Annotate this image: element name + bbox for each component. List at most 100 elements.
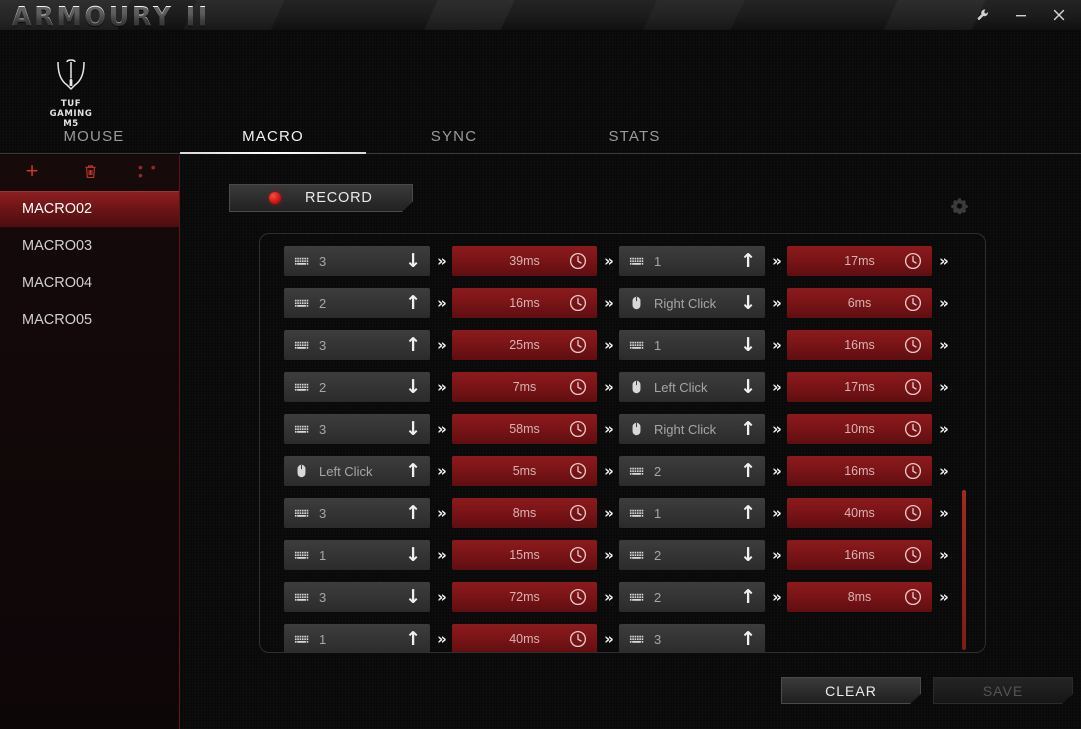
macro-delay-chip[interactable]: 8ms	[787, 582, 932, 612]
device-logo[interactable]: TUF GAMING M5	[42, 58, 100, 129]
macro-action-label: 2	[319, 295, 327, 311]
macro-action-label: Right Click	[654, 421, 717, 437]
macro-action-chip[interactable]: 2 ↓	[284, 372, 430, 402]
app-title: ARMOURY II	[12, 1, 211, 30]
macro-action-chip[interactable]: 3 ↑	[619, 624, 765, 652]
clock-icon	[569, 252, 587, 270]
macro-list-item[interactable]: MACRO04	[0, 265, 179, 302]
macro-action-chip[interactable]: 1 ↑	[619, 498, 765, 528]
macro-delay-chip[interactable]: 5ms	[452, 456, 597, 486]
record-button-label: RECORD	[305, 190, 373, 206]
sequence-separator-icon: »	[604, 378, 614, 396]
sequence-separator-icon: »	[604, 504, 614, 522]
title-bar: ARMOURY II	[0, 0, 1081, 30]
macro-action-chip[interactable]: 3 ↑	[284, 498, 430, 528]
macro-toolbar: + • • •	[0, 155, 179, 187]
macro-delay-chip[interactable]: 17ms	[787, 372, 932, 402]
mouse-button-icon	[294, 464, 309, 479]
keyboard-icon	[629, 464, 644, 479]
macro-delay-label: 5ms	[512, 464, 537, 478]
macro-delay-label: 17ms	[844, 254, 875, 268]
macro-delay-label: 10ms	[844, 422, 875, 436]
macro-sequence-row: 3 ↓ » 39ms » 1 ↑ » 17ms »	[284, 240, 963, 282]
macro-delay-label: 40ms	[844, 506, 875, 520]
macro-list: MACRO02 MACRO03 MACRO04 MACRO05	[0, 191, 179, 339]
more-options-button[interactable]: • • •	[138, 160, 158, 182]
macro-delay-chip[interactable]: 16ms	[787, 330, 932, 360]
macro-action-chip[interactable]: 1 ↓	[619, 330, 765, 360]
sequence-separator-icon: »	[772, 294, 782, 312]
macro-delay-chip[interactable]: 6ms	[787, 288, 932, 318]
macro-delay-chip[interactable]: 16ms	[787, 540, 932, 570]
armoury-app-window: ARMOURY II TUF GAMING M5 MOUSE MACRO SYN…	[0, 0, 1081, 729]
sequence-scrollbar[interactable]	[962, 490, 966, 650]
macro-action-chip[interactable]: Left Click ↑	[284, 456, 430, 486]
macro-action-chip[interactable]: 1 ↓	[284, 540, 430, 570]
keyboard-icon	[294, 551, 309, 559]
macro-delay-chip[interactable]: 25ms	[452, 330, 597, 360]
macro-delay-label: 16ms	[509, 296, 540, 310]
sequence-separator-icon: »	[939, 378, 949, 396]
keyboard-icon	[629, 467, 644, 475]
mouse-button-icon	[629, 296, 644, 311]
macro-action-chip[interactable]: 2 ↑	[284, 288, 430, 318]
macro-action-chip[interactable]: 2 ↑	[619, 456, 765, 486]
macro-delay-chip[interactable]: 39ms	[452, 246, 597, 276]
tab-mouse[interactable]: MOUSE	[8, 126, 180, 154]
delete-macro-button[interactable]	[80, 161, 100, 181]
tab-stats[interactable]: STATS	[542, 126, 727, 154]
macro-delay-chip[interactable]: 8ms	[452, 498, 597, 528]
macro-list-item[interactable]: MACRO02	[0, 191, 179, 228]
keyboard-icon	[294, 548, 309, 563]
macro-delay-label: 16ms	[844, 338, 875, 352]
macro-action-chip[interactable]: 3 ↓	[284, 246, 430, 276]
macro-action-label: 3	[319, 421, 327, 437]
macro-action-chip[interactable]: 2 ↓	[619, 540, 765, 570]
macro-settings-button[interactable]	[949, 195, 969, 215]
record-button[interactable]: RECORD	[229, 184, 413, 212]
clock-icon	[569, 378, 587, 396]
macro-action-chip[interactable]: 3 ↑	[284, 330, 430, 360]
tab-sync[interactable]: SYNC	[366, 126, 542, 154]
macro-action-chip[interactable]: 2 ↑	[619, 582, 765, 612]
wrench-icon[interactable]	[967, 0, 999, 30]
macro-list-item[interactable]: MACRO03	[0, 228, 179, 265]
macro-delay-chip[interactable]: 7ms	[452, 372, 597, 402]
macro-delay-chip[interactable]: 40ms	[452, 624, 597, 652]
clock-icon	[569, 504, 587, 522]
macro-delay-chip[interactable]: 72ms	[452, 582, 597, 612]
device-strip: TUF GAMING M5	[0, 30, 1081, 129]
close-icon[interactable]	[1043, 0, 1075, 30]
macro-action-chip[interactable]: 1 ↑	[619, 246, 765, 276]
keyboard-icon	[294, 422, 309, 437]
macro-delay-chip[interactable]: 16ms	[452, 288, 597, 318]
macro-delay-chip[interactable]: 16ms	[787, 456, 932, 486]
macro-action-chip[interactable]: 1 ↑	[284, 624, 430, 652]
minimize-icon[interactable]	[1005, 0, 1037, 30]
macro-delay-chip[interactable]: 17ms	[787, 246, 932, 276]
macro-action-chip[interactable]: Right Click ↑	[619, 414, 765, 444]
macro-delay-chip[interactable]: 40ms	[787, 498, 932, 528]
keyboard-icon	[294, 635, 309, 643]
clock-icon	[569, 462, 587, 480]
add-macro-button[interactable]: +	[22, 160, 42, 182]
macro-delay-chip[interactable]: 15ms	[452, 540, 597, 570]
sequence-separator-icon: »	[939, 336, 949, 354]
keyboard-icon	[294, 590, 309, 605]
macro-action-chip[interactable]: 3 ↓	[284, 582, 430, 612]
sequence-separator-icon: »	[604, 462, 614, 480]
clock-icon	[569, 336, 587, 354]
macro-list-item-label: MACRO02	[22, 201, 93, 217]
macro-action-chip[interactable]: Right Click ↓	[619, 288, 765, 318]
tab-macro[interactable]: MACRO	[180, 126, 366, 154]
macro-action-chip[interactable]: 3 ↓	[284, 414, 430, 444]
macro-delay-chip[interactable]: 10ms	[787, 414, 932, 444]
sequence-separator-icon: »	[604, 420, 614, 438]
sequence-separator-icon: »	[939, 504, 949, 522]
macro-delay-chip[interactable]: 58ms	[452, 414, 597, 444]
sequence-separator-icon: »	[437, 336, 447, 354]
macro-action-chip[interactable]: Left Click ↓	[619, 372, 765, 402]
sequence-separator-icon: »	[939, 588, 949, 606]
clear-button[interactable]: CLEAR	[781, 677, 921, 704]
macro-list-item[interactable]: MACRO05	[0, 302, 179, 339]
